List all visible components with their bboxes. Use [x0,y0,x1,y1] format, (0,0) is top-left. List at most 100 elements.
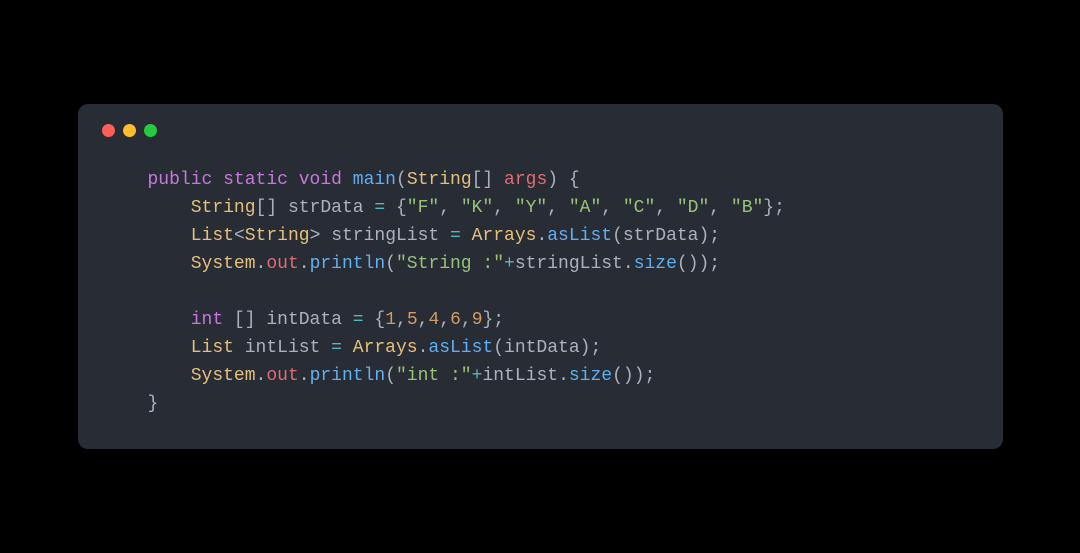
arg: strData [623,226,699,246]
var: stringList [515,254,623,274]
close-icon[interactable] [102,124,115,137]
number: 1 [385,310,396,330]
method-aslist: asList [428,338,493,358]
brace: { [374,310,385,330]
code-window: public static void main(String[] args) {… [78,104,1003,448]
brackets: [] [223,310,255,330]
equals: = [320,338,352,358]
paren: ( [385,366,396,386]
string-literal: "K" [461,198,493,218]
window-controls [102,124,979,137]
paren: ); [699,226,721,246]
comma: , [418,310,429,330]
paren: ( [396,170,407,190]
string-literal: "C" [623,198,655,218]
comma: , [601,198,623,218]
dot: . [418,338,429,358]
indent [148,254,191,274]
number: 6 [450,310,461,330]
dot: . [299,254,310,274]
string-literal: "F" [407,198,439,218]
class-system: System [191,254,256,274]
indent [148,338,191,358]
brackets: [] [256,198,278,218]
string-literal: "int :" [396,366,472,386]
code-block: public static void main(String[] args) {… [102,167,979,418]
comma: , [709,198,731,218]
comma: , [461,310,472,330]
paren: ( [493,338,504,358]
comma: , [439,198,461,218]
type-string: String [407,170,472,190]
string-literal: "B" [731,198,763,218]
angle: > [310,226,321,246]
class-arrays: Arrays [353,338,418,358]
type-list: List [191,338,234,358]
dot: . [256,366,267,386]
dot: . [256,254,267,274]
arg: intData [504,338,580,358]
comma: , [493,198,515,218]
method-println: println [310,366,386,386]
type-string: String [191,198,256,218]
number: 5 [407,310,418,330]
string-literal: "String :" [396,254,504,274]
string-literal: "Y" [515,198,547,218]
dot: . [299,366,310,386]
var-intdata: intData [266,310,342,330]
method-aslist: asList [547,226,612,246]
class-arrays: Arrays [472,226,537,246]
comma: , [396,310,407,330]
method-main: main [353,170,396,190]
string-literal: "A" [569,198,601,218]
prop-out: out [266,366,298,386]
equals: = [439,226,471,246]
minimize-icon[interactable] [123,124,136,137]
dot: . [623,254,634,274]
class-system: System [191,366,256,386]
indent [148,366,191,386]
comma: , [547,198,569,218]
keyword-public: public [148,170,213,190]
paren: ()); [677,254,720,274]
var-args: args [504,170,547,190]
brace: }; [763,198,785,218]
paren: ( [385,254,396,274]
indent [148,226,191,246]
var-stringlist: stringList [331,226,439,246]
method-size: size [569,366,612,386]
keyword-int: int [191,310,223,330]
string-literal: "D" [677,198,709,218]
type-list: List [191,226,234,246]
keyword-void: void [299,170,342,190]
number: 4 [428,310,439,330]
var-intlist: intList [245,338,321,358]
comma: , [655,198,677,218]
prop-out: out [266,254,298,274]
brace: }; [483,310,505,330]
plus: + [472,366,483,386]
brackets: [] [472,170,494,190]
var-strdata: strData [288,198,364,218]
number: 9 [472,310,483,330]
paren: ()); [612,366,655,386]
dot: . [536,226,547,246]
angle: < [234,226,245,246]
var: intList [482,366,558,386]
paren: ( [612,226,623,246]
dot: . [558,366,569,386]
paren: ); [580,338,602,358]
method-size: size [634,254,677,274]
type-string: String [245,226,310,246]
brace: { [396,198,407,218]
paren: ) [547,170,558,190]
equals: = [342,310,374,330]
close-brace: } [148,394,159,414]
indent [148,310,191,330]
indent [148,198,191,218]
equals: = [364,198,396,218]
comma: , [439,310,450,330]
maximize-icon[interactable] [144,124,157,137]
brace: { [558,170,580,190]
method-println: println [310,254,386,274]
